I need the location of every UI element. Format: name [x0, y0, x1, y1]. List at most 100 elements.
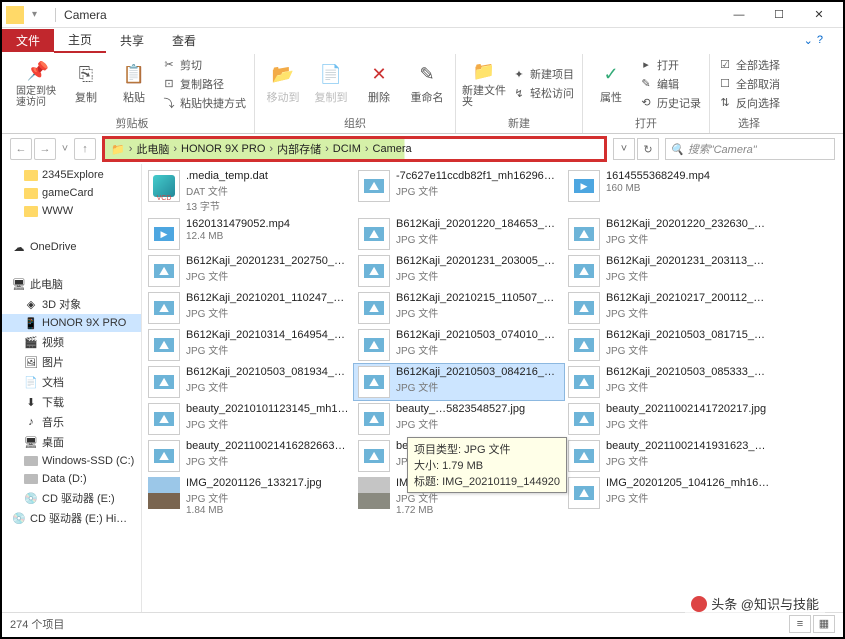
file-type: JPG 文件: [396, 268, 560, 283]
open-button[interactable]: ▸打开: [637, 56, 703, 74]
file-item[interactable]: ⛰beauty_20211002141931623_mh163317933970…: [564, 438, 774, 474]
tree-item[interactable]: [2, 256, 141, 274]
image-icon: ⛰: [568, 403, 600, 435]
file-item[interactable]: ⛰beauty_…5823548527.jpgJPG 文件: [354, 401, 564, 437]
tree-item[interactable]: 💿CD 驱动器 (E:): [2, 488, 141, 508]
address-dropdown[interactable]: ˅: [613, 138, 635, 160]
image-icon: ⛰: [148, 366, 180, 398]
nav-pane[interactable]: 2345ExploregameCardWWW ☁OneDrive 🖥此电脑◈3D 对…: [2, 164, 142, 612]
file-name: IMG_20201126_133217.jpg: [186, 477, 322, 490]
tab-file[interactable]: 文件: [2, 29, 54, 52]
refresh-button[interactable]: ↻: [637, 138, 659, 160]
newitem-button[interactable]: ✦新建项目: [510, 65, 576, 83]
tree-item[interactable]: ☁OneDrive: [2, 238, 141, 256]
pin-button[interactable]: 📌 固定到快速访问: [16, 54, 60, 113]
file-list[interactable]: VCD.media_temp.datDAT 文件13 字节⛰-7c627e11c…: [142, 164, 843, 612]
file-item[interactable]: ⛰B612Kaji_20210503_085333_072_mr16200217…: [564, 364, 774, 400]
file-item[interactable]: ⛰B612Kaji_20210217_200112_412_mr16135647…: [564, 290, 774, 326]
tab-view[interactable]: 查看: [158, 29, 210, 52]
tree-item[interactable]: Windows-SSD (C:): [2, 452, 141, 470]
newfolder-button[interactable]: 📁新建文件夹: [462, 54, 506, 113]
file-item[interactable]: ⛰B612Kaji_20201220_184653_288_mr16084619…: [354, 216, 564, 252]
file-item[interactable]: IMG_20201126_133217.jpgJPG 文件1.84 MB: [144, 475, 354, 518]
paste-button[interactable]: 📋 粘贴: [112, 54, 156, 113]
maximize-button[interactable]: ☐: [759, 3, 799, 27]
file-size: 1.72 MB: [396, 505, 532, 516]
delete-button[interactable]: ✕删除: [357, 54, 401, 113]
file-item[interactable]: ⛰B612Kaji_20210503_074010_966.jpgJPG 文件: [354, 327, 564, 363]
tree-item[interactable]: ⬇下载: [2, 392, 141, 412]
file-item[interactable]: ⛰beauty_20211002141720217.jpgJPG 文件: [564, 401, 774, 437]
tree-item[interactable]: 🖥此电脑: [2, 274, 141, 294]
selectnone-button[interactable]: ☐全部取消: [716, 75, 782, 93]
history-button[interactable]: ⟲历史记录: [637, 94, 703, 112]
tree-item[interactable]: 📱HONOR 9X PRO: [2, 314, 141, 332]
search-input[interactable]: 🔍 搜索"Camera": [665, 138, 835, 160]
file-item[interactable]: VCD.media_temp.datDAT 文件13 字节: [144, 168, 354, 215]
file-item[interactable]: ⛰B612Kaji_20210503_081934_169_mr16200219…: [144, 364, 354, 400]
file-item[interactable]: ⛰-7c627e11ccdb82f1_mh1629641102037.jpgJP…: [354, 168, 564, 215]
cut-button[interactable]: ✂剪切: [160, 56, 248, 74]
tree-item[interactable]: 🎬视频: [2, 332, 141, 352]
file-item[interactable]: ⛰B612Kaji_20210503_081715_745.jpgJPG 文件: [564, 327, 774, 363]
file-item[interactable]: ⛰beauty_20211002141628266399_mr163305361…: [144, 438, 354, 474]
file-item[interactable]: ⛰B612Kaji_20210503_084216_204_mr…JPG 文件: [354, 364, 564, 400]
nav-back[interactable]: ←: [10, 138, 32, 160]
tiles-view-button[interactable]: ▦: [813, 615, 835, 633]
copyto-button[interactable]: 📄复制到: [309, 54, 353, 113]
window-title: Camera: [64, 8, 719, 22]
tree-item[interactable]: WWW: [2, 202, 141, 220]
tree-item[interactable]: [2, 220, 141, 238]
breadcrumb[interactable]: 📁› 此电脑› HONOR 9X PRO› 内部存储› DCIM› Camera: [102, 136, 607, 162]
copy-button[interactable]: ⎘ 复制: [64, 54, 108, 113]
copy-icon: ⎘: [74, 63, 98, 87]
tree-item[interactable]: ◈3D 对象: [2, 294, 141, 314]
tree-item[interactable]: 🖼图片: [2, 352, 141, 372]
file-item[interactable]: ⛰IMG_20201205_104126_mh1607166633934.jpg…: [564, 475, 774, 518]
properties-button[interactable]: ✓属性: [589, 54, 633, 113]
collapse-ribbon[interactable]: ⌄?: [804, 34, 843, 47]
image-thumb: [148, 477, 180, 509]
tree-item[interactable]: 🖥桌面: [2, 432, 141, 452]
tree-icon: 🖥: [12, 277, 26, 291]
file-item[interactable]: ⛰B612Kaji_20210201_110247_886.jpgJPG 文件: [144, 290, 354, 326]
file-item[interactable]: ⛰B612Kaji_20210314_164954_622.jpgJPG 文件: [144, 327, 354, 363]
file-item[interactable]: ▶1620131479052.mp412.4 MB: [144, 216, 354, 252]
nav-up[interactable]: ↑: [74, 138, 96, 160]
tree-label: 音乐: [42, 414, 64, 430]
selectall-button[interactable]: ☑全部选择: [716, 56, 782, 74]
help-icon[interactable]: ?: [817, 34, 823, 46]
copypath-button[interactable]: ⊡复制路径: [160, 75, 248, 93]
tree-label: CD 驱动器 (E:): [42, 490, 115, 506]
file-item[interactable]: ⛰B612Kaji_20201231_203113_080.jpgJPG 文件: [564, 253, 774, 289]
nav-forward[interactable]: →: [34, 138, 56, 160]
tab-home[interactable]: 主页: [54, 28, 106, 53]
details-view-button[interactable]: ≡: [789, 615, 811, 633]
file-item[interactable]: ⛰B612Kaji_20201220_232630_417.jpgJPG 文件: [564, 216, 774, 252]
easyaccess-button[interactable]: ↯轻松访问: [510, 84, 576, 102]
pasteshortcut-button[interactable]: ⤵粘贴快捷方式: [160, 94, 248, 112]
file-item[interactable]: ⛰beauty_20210101123145_mh1609479920507.j…: [144, 401, 354, 437]
invert-button[interactable]: ⇅反向选择: [716, 94, 782, 112]
tree-icon: 💿: [12, 511, 26, 525]
tree-item[interactable]: gameCard: [2, 184, 141, 202]
tree-item[interactable]: ♪音乐: [2, 412, 141, 432]
tab-share[interactable]: 共享: [106, 29, 158, 52]
file-item[interactable]: ⛰B612Kaji_20201231_202750_185.jpgJPG 文件: [144, 253, 354, 289]
file-type: JPG 文件: [186, 342, 350, 357]
tree-item[interactable]: 📄文档: [2, 372, 141, 392]
nav-recent[interactable]: ˅: [58, 138, 72, 160]
file-type: JPG 文件: [396, 379, 560, 394]
tree-icon: ⬇: [24, 395, 38, 409]
tree-item[interactable]: 💿CD 驱动器 (E:) Hi…: [2, 508, 141, 528]
rename-button[interactable]: ✎重命名: [405, 54, 449, 113]
tree-item[interactable]: 2345Explore: [2, 166, 141, 184]
edit-button[interactable]: ✎编辑: [637, 75, 703, 93]
file-item[interactable]: ⛰B612Kaji_20210215_110507_695.jpgJPG 文件: [354, 290, 564, 326]
file-item[interactable]: ⛰B612Kaji_20201231_203005_303.jpgJPG 文件: [354, 253, 564, 289]
tree-item[interactable]: Data (D:): [2, 470, 141, 488]
moveto-button[interactable]: 📂移动到: [261, 54, 305, 113]
minimize-button[interactable]: —: [719, 3, 759, 27]
file-item[interactable]: ▶1614555368249.mp4160 MB: [564, 168, 774, 215]
close-button[interactable]: ✕: [799, 3, 839, 27]
